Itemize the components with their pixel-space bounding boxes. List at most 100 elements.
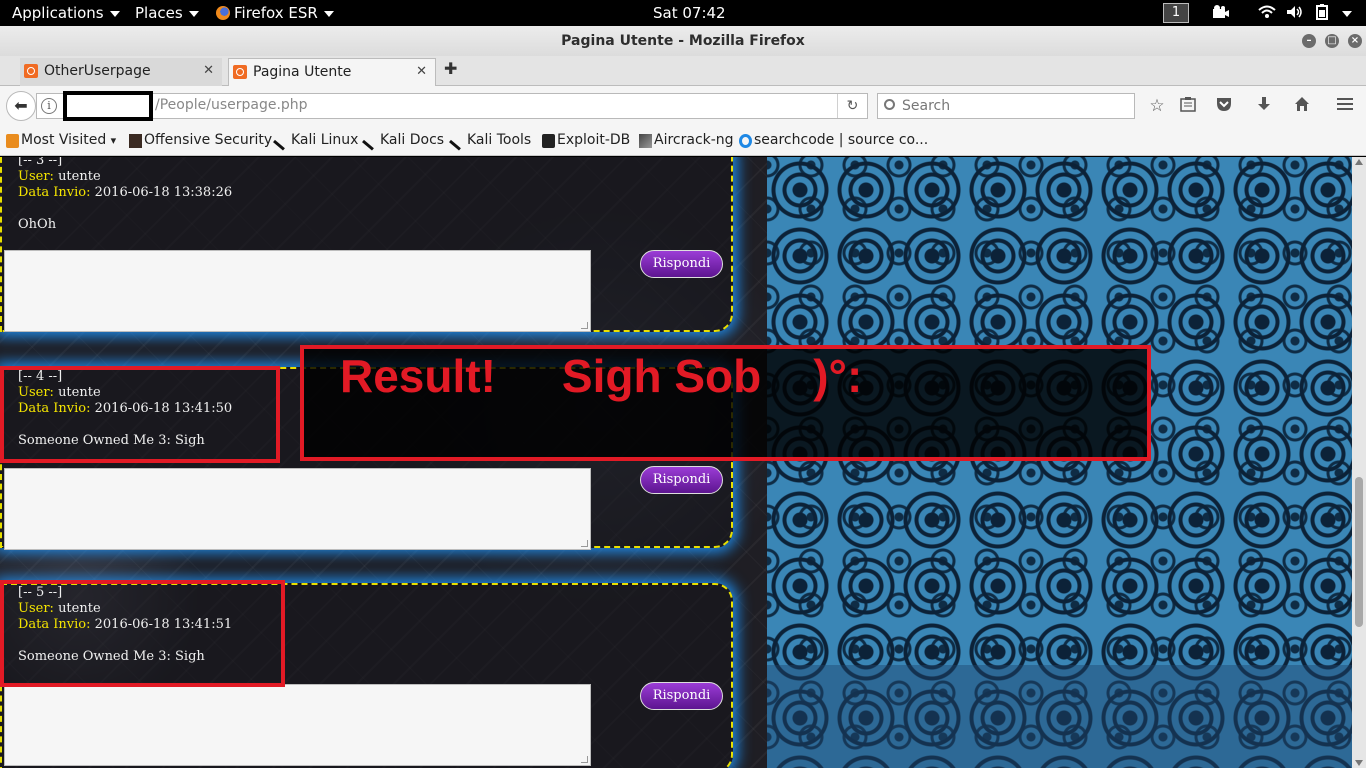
chevron-down-icon	[1342, 10, 1352, 17]
camera-icon[interactable]	[1212, 5, 1230, 23]
back-arrow-icon[interactable]: ⬅	[6, 91, 36, 121]
date-label: Data Invio:	[18, 185, 91, 200]
navigation-toolbar: ⬅ i /People/userpage.php ↻ Search ☆	[0, 86, 1366, 126]
scroll-thumb[interactable]	[1355, 477, 1363, 627]
bookmarks-toolbar: Most Visited ▾ Offensive Security Kali L…	[0, 126, 1366, 156]
info-icon[interactable]: i	[41, 98, 57, 114]
minimize-icon[interactable]: –	[1302, 34, 1316, 48]
post-number: [-- 3 --]	[18, 157, 63, 168]
reply-textarea[interactable]	[4, 468, 591, 550]
new-tab-icon[interactable]: ✚	[444, 59, 457, 78]
search-icon	[884, 99, 895, 110]
firefox-menu[interactable]: Firefox ESR	[216, 4, 334, 22]
reload-icon[interactable]: ↻	[837, 94, 867, 118]
blue-pattern-background-lower	[767, 665, 1352, 768]
scroll-down-arrow-icon[interactable]	[1355, 760, 1363, 766]
url-bar[interactable]: i /People/userpage.php ↻	[36, 91, 868, 121]
firefox-label: Firefox ESR	[234, 4, 318, 22]
bookmark-label: searchcode | source co...	[754, 132, 929, 148]
gear-icon	[6, 134, 19, 148]
reply-button[interactable]: Rispondi	[640, 682, 723, 710]
places-menu[interactable]: Places	[135, 4, 199, 22]
reply-button[interactable]: Rispondi	[640, 466, 723, 494]
annotation-highlight-box	[0, 580, 285, 687]
kali-icon	[362, 131, 381, 151]
applications-label: Applications	[12, 4, 104, 22]
comment-post: [-- 3 --] User: utente Data Invio: 2016-…	[0, 157, 733, 332]
tab-label: Pagina Utente	[253, 64, 352, 80]
kali-icon	[273, 131, 292, 151]
chevron-down-icon	[109, 10, 120, 17]
chevron-down-icon	[323, 10, 334, 17]
close-tab-icon[interactable]: ✕	[416, 59, 427, 85]
bookmark-searchcode[interactable]: searchcode | source co...	[739, 132, 928, 148]
close-tab-icon[interactable]: ✕	[203, 58, 214, 84]
bookmark-label: Kali Linux	[291, 132, 359, 148]
searchcode-icon	[739, 134, 752, 148]
maximize-icon[interactable]: □	[1325, 34, 1339, 48]
tab-label: OtherUserpage	[44, 63, 151, 79]
bookmark-label: Exploit-DB	[557, 132, 631, 148]
reply-button[interactable]: Rispondi	[640, 250, 723, 278]
tab-otheruserpage[interactable]: OtherUserpage ✕	[20, 58, 222, 86]
window-titlebar: Pagina Utente - Mozilla Firefox – □ ×	[0, 26, 1366, 56]
system-menu[interactable]	[1336, 4, 1352, 22]
bookmark-kali-linux[interactable]: Kali Linux	[273, 131, 359, 151]
result-word: Result!	[340, 350, 496, 402]
kali-icon	[449, 131, 468, 151]
reply-textarea[interactable]	[4, 684, 591, 766]
battery-icon[interactable]	[1314, 4, 1330, 24]
bookmark-most-visited[interactable]: Most Visited ▾	[6, 132, 116, 148]
xampp-icon	[24, 64, 38, 78]
firefox-icon	[216, 6, 230, 20]
page-scrollbar[interactable]	[1352, 157, 1366, 768]
exploitdb-icon	[542, 134, 555, 148]
places-label: Places	[135, 4, 183, 22]
close-window-icon[interactable]: ×	[1348, 34, 1362, 48]
bookmark-label: Kali Tools	[467, 132, 532, 148]
system-top-bar: Applications Places Firefox ESR Sat 07:4…	[0, 0, 1366, 26]
post-message: OhOh	[18, 217, 57, 232]
bookmark-kali-tools[interactable]: Kali Tools	[449, 131, 532, 151]
result-annotation-box: Result! Sigh Sob )°:	[300, 345, 1151, 461]
sigh-sob-words: Sigh Sob	[561, 350, 762, 402]
scroll-up-arrow-icon[interactable]	[1355, 159, 1363, 165]
search-placeholder: Search	[902, 98, 951, 114]
bookmark-star-icon[interactable]: ☆	[1146, 96, 1168, 116]
bookmark-offensive-security[interactable]: Offensive Security	[129, 132, 272, 148]
bookmark-exploit-db[interactable]: Exploit-DB	[542, 132, 630, 148]
xampp-icon	[233, 65, 247, 79]
wifi-icon[interactable]	[1258, 5, 1276, 23]
tab-bar: OtherUserpage ✕ Pagina Utente ✕ ✚	[0, 56, 1366, 86]
window-title: Pagina Utente - Mozilla Firefox	[561, 33, 805, 49]
bookmark-label: Aircrack-ng	[654, 132, 734, 148]
url-text[interactable]: /People/userpage.php	[155, 97, 308, 113]
redacted-host	[63, 91, 153, 121]
workspace-indicator[interactable]: 1	[1163, 3, 1189, 23]
post-date: 2016-06-18 13:38:26	[94, 185, 233, 200]
tab-pagina-utente[interactable]: Pagina Utente ✕	[228, 58, 436, 86]
sad-face-emoticon: )°:	[813, 350, 863, 402]
hamburger-menu-icon[interactable]	[1334, 96, 1356, 116]
bookmark-aircrack-ng[interactable]: Aircrack-ng	[639, 132, 734, 148]
bookmark-label: Most Visited	[21, 132, 107, 148]
reply-textarea[interactable]	[4, 250, 591, 332]
annotation-highlight-box	[0, 366, 280, 463]
clock[interactable]: Sat 07:42	[653, 4, 726, 22]
chevron-down-icon: ▾	[110, 134, 117, 147]
user-label: User:	[18, 169, 54, 184]
bookmark-kali-docs[interactable]: Kali Docs	[362, 131, 445, 151]
aircrack-icon	[639, 134, 652, 148]
volume-icon[interactable]	[1286, 5, 1304, 23]
bookmark-label: Kali Docs	[380, 132, 445, 148]
user-name: utente	[58, 169, 101, 184]
applications-menu[interactable]: Applications	[12, 4, 120, 22]
reading-list-icon[interactable]	[1177, 96, 1199, 116]
home-icon[interactable]	[1291, 96, 1313, 116]
download-icon[interactable]	[1253, 96, 1275, 116]
search-input[interactable]: Search	[877, 93, 1135, 119]
offsec-icon	[129, 134, 142, 148]
result-annotation-text: Result! Sigh Sob )°:	[340, 349, 862, 403]
pocket-icon[interactable]	[1213, 96, 1235, 116]
bookmark-label: Offensive Security	[144, 132, 273, 148]
